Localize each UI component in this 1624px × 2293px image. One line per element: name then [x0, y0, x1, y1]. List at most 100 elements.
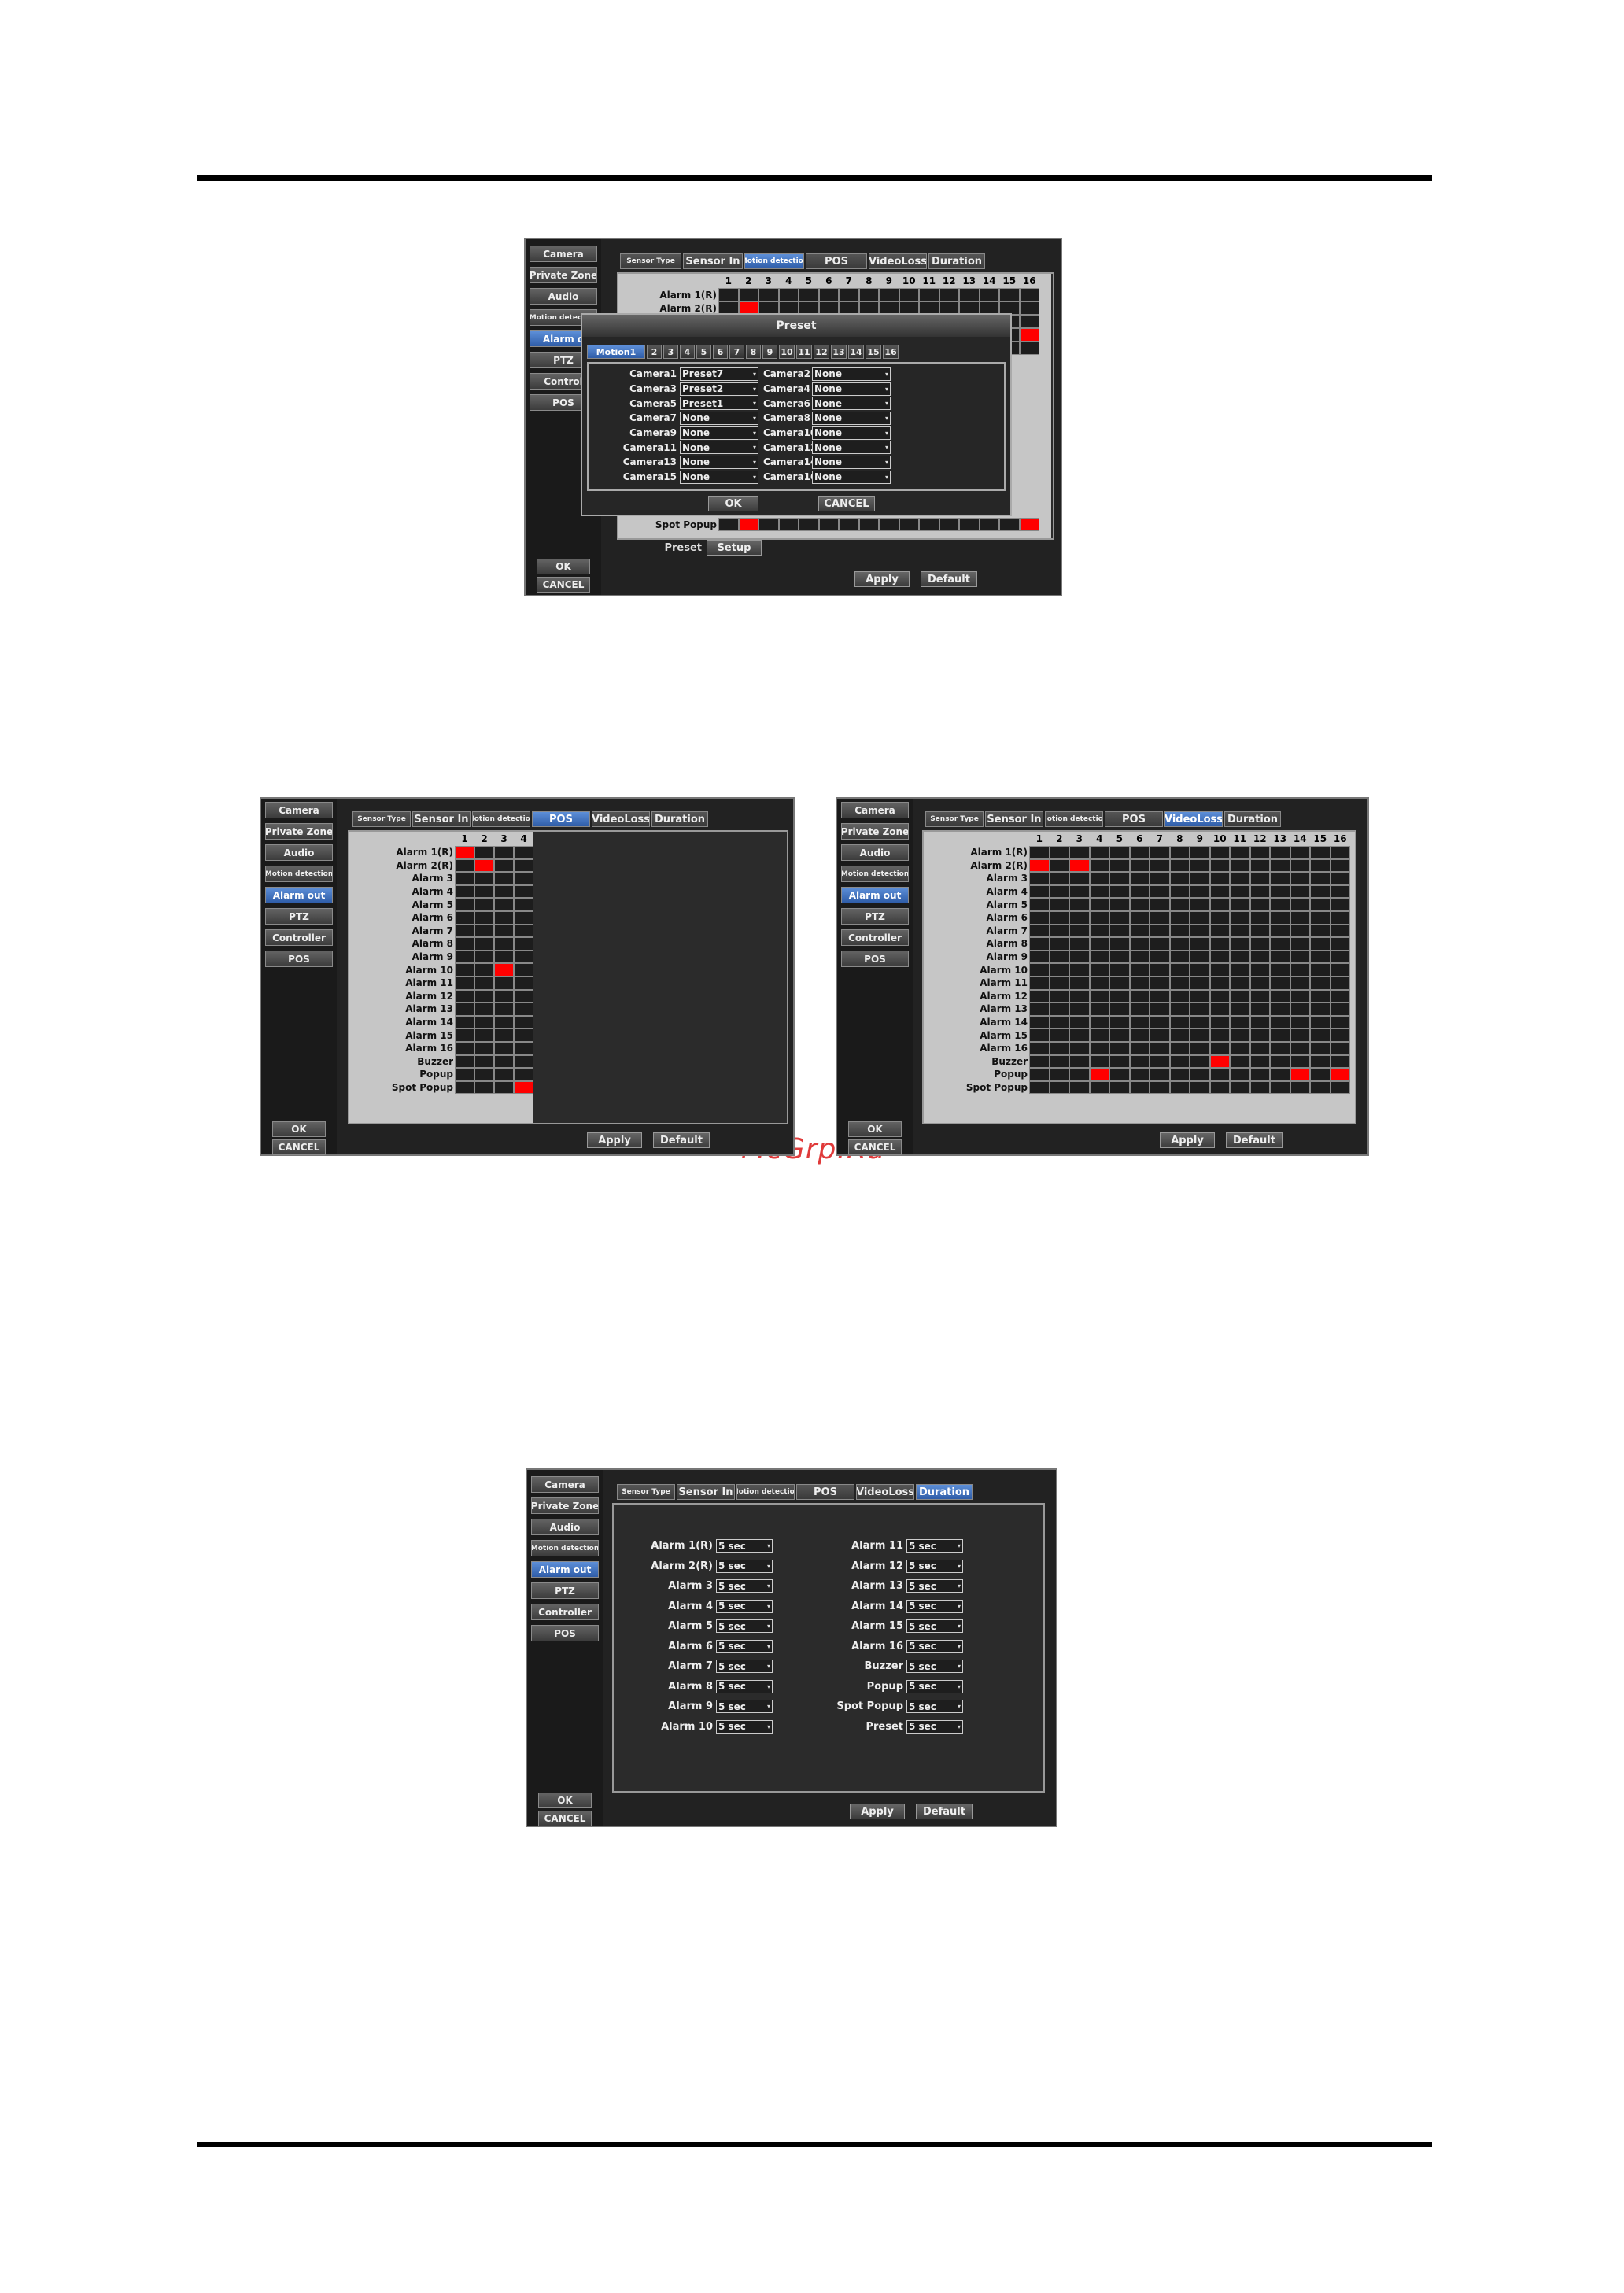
preset-select[interactable]: None ▾	[680, 426, 758, 440]
alarm-cell[interactable]	[514, 884, 533, 899]
alarm-cell[interactable]	[1290, 1054, 1310, 1069]
alarm-cell[interactable]	[1310, 1015, 1331, 1029]
alarm-cell[interactable]	[1190, 872, 1210, 885]
alarm-cell[interactable]	[1109, 884, 1130, 899]
alarm-cell[interactable]	[1169, 924, 1190, 938]
alarm-cell[interactable]	[919, 288, 939, 301]
alarm-cell[interactable]	[1330, 858, 1350, 873]
alarm-cell[interactable]	[1270, 1054, 1290, 1069]
sidebar-item-camera[interactable]: Camera	[530, 246, 597, 262]
alarm-cell[interactable]	[1129, 950, 1150, 964]
alarm-cell[interactable]	[1129, 910, 1150, 925]
tab-videoloss[interactable]: VideoLoss	[856, 1484, 914, 1500]
preset-select[interactable]: None ▾	[680, 455, 758, 469]
alarm-cell[interactable]	[1310, 989, 1331, 1003]
alarm-cell[interactable]	[1109, 1080, 1130, 1095]
alarm-cell[interactable]	[1129, 1054, 1150, 1069]
alarm-cell[interactable]	[1209, 846, 1230, 859]
sidebar-item-camera[interactable]: Camera	[841, 802, 909, 818]
alarm-cell[interactable]	[1249, 1015, 1270, 1029]
alarm-cell[interactable]	[1249, 846, 1270, 859]
alarm-cell[interactable]	[494, 989, 514, 1003]
alarm-cell[interactable]	[1049, 976, 1069, 990]
alarm-cell[interactable]	[1169, 846, 1190, 859]
alarm-cell[interactable]	[718, 288, 739, 301]
alarm-cell[interactable]	[1310, 950, 1331, 964]
alarm-cell[interactable]	[1129, 1080, 1150, 1095]
tab-sensor-type[interactable]: Sensor Type	[352, 811, 411, 827]
alarm-cell[interactable]	[1109, 898, 1130, 911]
alarm-cell[interactable]	[1249, 937, 1270, 951]
alarm-cell[interactable]	[494, 924, 514, 938]
alarm-cell[interactable]	[1249, 1041, 1270, 1055]
alarm-cell[interactable]	[1230, 898, 1250, 911]
preset-select[interactable]: None ▾	[680, 470, 758, 484]
alarm-cell[interactable]	[1069, 872, 1090, 885]
duration-select[interactable]: 5 sec ▾	[906, 1559, 963, 1573]
alarm-cell[interactable]	[1169, 1041, 1190, 1055]
alarm-cell[interactable]	[455, 963, 474, 977]
alarm-cell[interactable]	[1089, 989, 1109, 1003]
alarm-cell[interactable]	[1230, 924, 1250, 938]
motion-tab-2[interactable]: 2	[647, 345, 662, 359]
duration-select[interactable]: 5 sec ▾	[716, 1660, 773, 1674]
sidebar-item-audio[interactable]: Audio	[531, 1519, 599, 1535]
alarm-cell[interactable]	[1230, 1054, 1250, 1069]
tab-motion-detection[interactable]: Motion detection	[1045, 811, 1103, 827]
alarm-cell[interactable]	[1249, 1068, 1270, 1081]
alarm-cell[interactable]	[1069, 1041, 1090, 1055]
alarm-cell[interactable]	[1230, 910, 1250, 925]
alarm-cell[interactable]	[1209, 1028, 1230, 1042]
alarm-cell[interactable]	[1019, 288, 1039, 301]
alarm-cell[interactable]	[1330, 898, 1350, 911]
alarm-cell[interactable]	[1169, 872, 1190, 885]
alarm-cell[interactable]	[1209, 976, 1230, 990]
alarm-cell[interactable]	[494, 1015, 514, 1029]
alarm-cell[interactable]	[1310, 872, 1331, 885]
tab-motion-detection[interactable]: Motion detection	[744, 253, 804, 269]
alarm-cell[interactable]	[1150, 1002, 1170, 1016]
alarm-cell[interactable]	[1069, 898, 1090, 911]
alarm-cell[interactable]	[939, 518, 959, 531]
cancel-button[interactable]: CANCEL	[272, 1139, 326, 1155]
alarm-cell[interactable]	[1290, 1002, 1310, 1016]
alarm-cell[interactable]	[1129, 976, 1150, 990]
alarm-cell[interactable]	[1169, 963, 1190, 977]
alarm-cell[interactable]	[1330, 989, 1350, 1003]
alarm-cell[interactable]	[1019, 315, 1039, 328]
sidebar-item-controller[interactable]: Controller	[531, 1604, 599, 1620]
alarm-cell[interactable]	[1330, 1015, 1350, 1029]
alarm-cell[interactable]	[839, 288, 859, 301]
alarm-cell[interactable]	[494, 898, 514, 911]
alarm-cell[interactable]	[778, 288, 799, 301]
alarm-cell[interactable]	[1230, 858, 1250, 873]
alarm-cell[interactable]	[455, 910, 474, 925]
alarm-cell[interactable]	[1209, 950, 1230, 964]
alarm-cell[interactable]	[1230, 872, 1250, 885]
alarm-cell[interactable]	[1029, 872, 1050, 885]
alarm-cell[interactable]	[1270, 884, 1290, 899]
tab-sensor-type[interactable]: Sensor Type	[620, 253, 681, 269]
alarm-cell[interactable]	[1029, 950, 1050, 964]
preset-select[interactable]: Preset1 ▾	[680, 397, 758, 411]
alarm-cell[interactable]	[1029, 1002, 1050, 1016]
tab-motion-detection[interactable]: Motion detection	[472, 811, 530, 827]
alarm-cell[interactable]	[1190, 910, 1210, 925]
motion-tab-4[interactable]: 4	[680, 345, 695, 359]
alarm-cell[interactable]	[1249, 872, 1270, 885]
alarm-cell[interactable]	[494, 976, 514, 990]
alarm-cell-checked[interactable]	[1209, 1054, 1230, 1069]
motion-tab-3[interactable]: 3	[663, 345, 678, 359]
alarm-cell[interactable]	[1330, 910, 1350, 925]
alarm-cell[interactable]	[1089, 898, 1109, 911]
alarm-cell[interactable]	[1330, 1041, 1350, 1055]
alarm-cell[interactable]	[1310, 963, 1331, 977]
motion-tab-8[interactable]: 8	[746, 345, 761, 359]
sidebar-item-private-zone[interactable]: Private Zone	[530, 267, 597, 283]
alarm-cell[interactable]	[1089, 950, 1109, 964]
alarm-cell[interactable]	[778, 518, 799, 531]
alarm-cell[interactable]	[1109, 1068, 1130, 1081]
apply-button[interactable]: Apply	[587, 1132, 642, 1148]
alarm-cell[interactable]	[1069, 1080, 1090, 1095]
alarm-cell[interactable]	[514, 937, 533, 951]
